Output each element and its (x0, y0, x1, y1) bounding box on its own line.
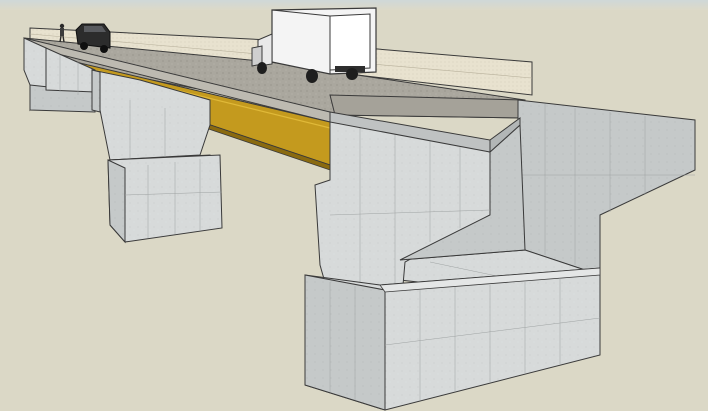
bridge-scene[interactable] (0, 0, 708, 411)
right-abutment-backwall[interactable] (517, 99, 696, 276)
right-abutment-footing[interactable] (304, 267, 601, 411)
model-viewport[interactable] (0, 0, 708, 411)
